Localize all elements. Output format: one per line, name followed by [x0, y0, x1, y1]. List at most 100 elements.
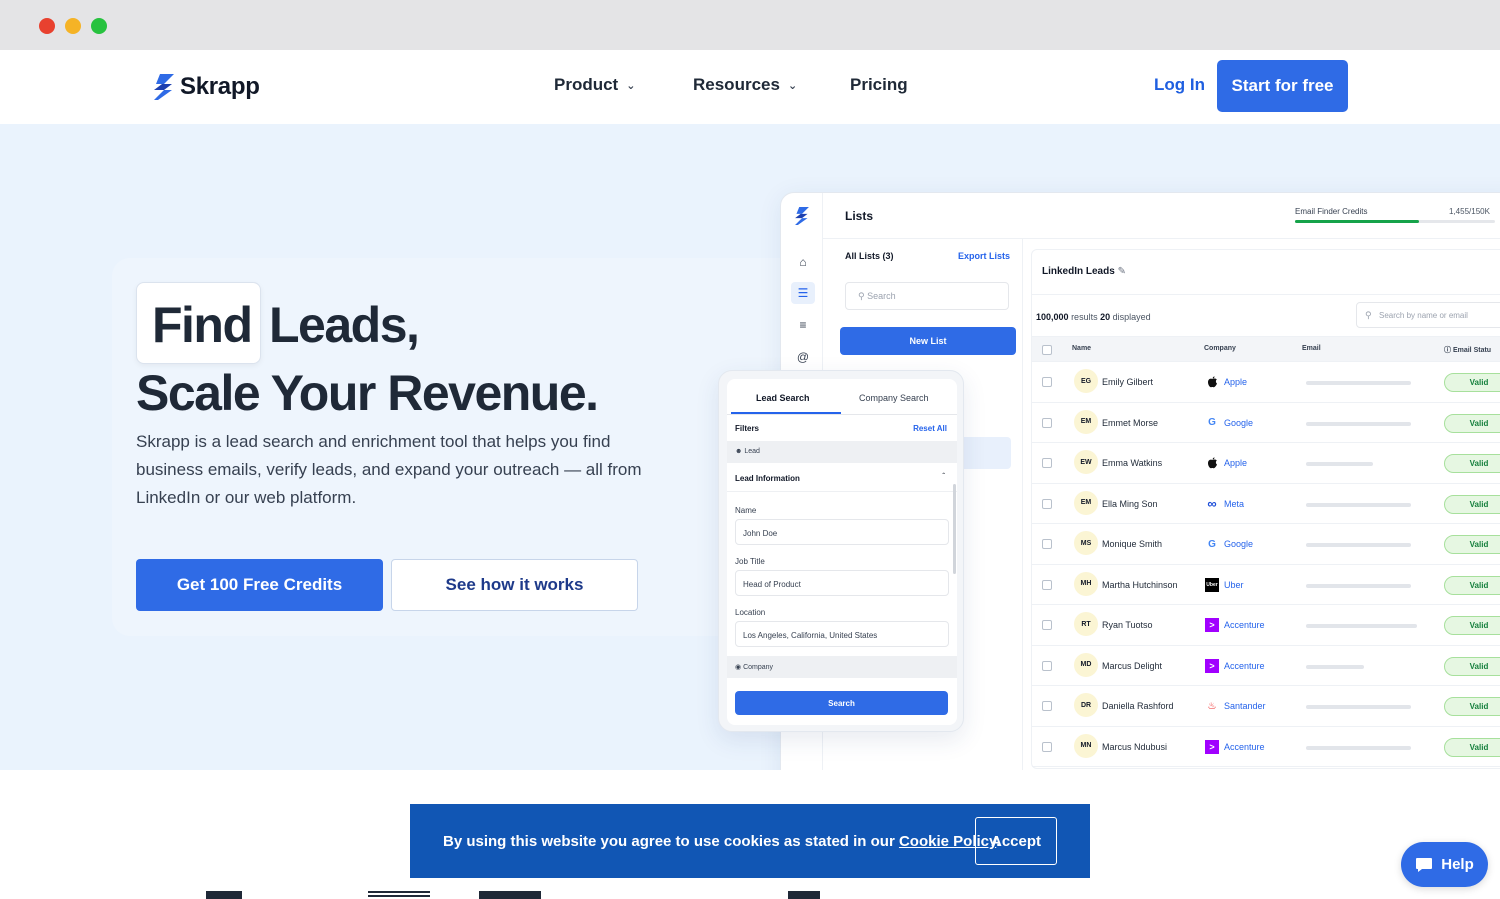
see-how-it-works-button[interactable]: See how it works: [391, 559, 638, 611]
table-row[interactable]: MH Martha Hutchinson Uber Uber Valid: [1032, 565, 1500, 605]
scrollbar[interactable]: [953, 484, 956, 574]
lead-name: Martha Hutchinson: [1102, 579, 1178, 590]
table-row[interactable]: DR Daniella Rashford ♨ Santander Valid: [1032, 686, 1500, 727]
table-row[interactable]: EW Emma Watkins Apple Valid: [1032, 443, 1500, 484]
name-email-search-input[interactable]: ⚲ Search by name or email: [1356, 302, 1500, 328]
credits-value: 1,455/150K: [1449, 207, 1490, 216]
section-company-label: Company: [743, 664, 774, 671]
row-checkbox[interactable]: [1042, 579, 1052, 590]
company-link[interactable]: Google: [1224, 418, 1253, 428]
job-title-input[interactable]: Head of Product: [735, 570, 949, 596]
lead-name: Emily Gilbert: [1102, 377, 1154, 387]
status-badge: Valid: [1444, 494, 1500, 514]
accept-cookies-button[interactable]: Accept: [975, 817, 1057, 865]
company-link[interactable]: Accenture: [1224, 742, 1265, 752]
lists-icon[interactable]: ☰: [791, 282, 815, 304]
table-row[interactable]: MN Marcus Ndubusi > Accenture Valid: [1032, 727, 1500, 767]
row-checkbox[interactable]: [1042, 498, 1052, 509]
nav-resources[interactable]: Resources ⌄: [693, 75, 797, 95]
chevron-up-icon: ˆ: [942, 472, 945, 481]
table-row[interactable]: RT Ryan Tuotso > Accenture Valid: [1032, 605, 1500, 646]
lists-search-input[interactable]: ⚲ Search: [845, 282, 1009, 310]
results-count: 100,000: [1036, 312, 1069, 322]
maximize-window-dot[interactable]: [91, 18, 107, 34]
company-link[interactable]: Meta: [1224, 499, 1244, 509]
column-email-status: ⓘ Email Statu: [1444, 345, 1491, 355]
tab-company-search[interactable]: Company Search: [859, 393, 929, 403]
avatar: RT: [1074, 612, 1098, 636]
company-link[interactable]: Apple: [1224, 377, 1247, 387]
cookie-text: By using this website you agree to use c…: [443, 833, 1000, 850]
help-chat-button[interactable]: Help: [1401, 842, 1488, 887]
row-checkbox[interactable]: [1042, 458, 1052, 468]
search-list-icon[interactable]: ≡: [791, 314, 815, 336]
google-icon: G: [1208, 538, 1216, 550]
get-free-credits-button[interactable]: Get 100 Free Credits: [136, 559, 383, 611]
company-link[interactable]: Accenture: [1224, 620, 1265, 630]
table-row[interactable]: EM Ella Ming Son ∞ Meta Valid: [1032, 484, 1500, 524]
chat-bubble-icon: [1416, 857, 1433, 872]
hero-headline-line2: Scale Your Revenue.: [136, 365, 599, 421]
location-input[interactable]: Los Angeles, California, United States: [735, 621, 949, 647]
uber-icon: Uber: [1205, 577, 1219, 592]
status-badge: Valid: [1444, 737, 1500, 757]
skrapp-logo-icon: [154, 74, 174, 100]
app-title: Lists: [845, 209, 874, 223]
row-checkbox[interactable]: [1042, 701, 1052, 711]
company-link[interactable]: Apple: [1224, 458, 1247, 468]
lead-information-header[interactable]: Lead Information ˆ: [727, 464, 957, 492]
search-icon: ⚲: [1365, 310, 1372, 320]
divider: [1032, 294, 1500, 295]
brand-logo[interactable]: Skrapp: [152, 73, 260, 101]
tab-lead-search[interactable]: Lead Search: [756, 393, 810, 403]
select-all-checkbox[interactable]: [1042, 345, 1052, 355]
column-company: Company: [1204, 345, 1236, 352]
company-link[interactable]: Google: [1224, 539, 1253, 549]
email-at-icon[interactable]: @: [791, 346, 815, 368]
accenture-icon: >: [1205, 739, 1219, 754]
email-placeholder-bar: [1306, 502, 1411, 507]
company-link[interactable]: Uber: [1224, 580, 1244, 590]
nav-product[interactable]: Product ⌄: [554, 75, 635, 95]
edit-pencil-icon[interactable]: ✎: [1118, 266, 1126, 277]
row-checkbox[interactable]: [1042, 417, 1052, 428]
row-checkbox[interactable]: [1042, 377, 1052, 387]
name-search-placeholder: Search by name or email: [1379, 311, 1468, 320]
nav-pricing[interactable]: Pricing: [850, 75, 908, 95]
table-row[interactable]: EM Emmet Morse G Google Valid: [1032, 403, 1500, 443]
company-link[interactable]: Accenture: [1224, 661, 1265, 671]
export-lists-link[interactable]: Export Lists: [958, 251, 1010, 261]
new-list-button[interactable]: New List: [840, 327, 1016, 355]
section-lead[interactable]: ☻ Lead: [727, 441, 957, 463]
name-input[interactable]: John Doe: [735, 519, 949, 545]
email-placeholder-bar: [1306, 583, 1411, 588]
cookie-message: By using this website you agree to use c…: [443, 833, 899, 850]
job-title-label: Job Title: [735, 557, 765, 566]
reset-all-link[interactable]: Reset All: [913, 424, 947, 433]
lead-search-button[interactable]: Search: [735, 691, 948, 715]
table-row[interactable]: EG Emily Gilbert Apple Valid: [1032, 362, 1500, 403]
displayed-label: displayed: [1112, 312, 1151, 322]
skrapp-logo-icon: [795, 207, 809, 225]
section-company[interactable]: ◉ Company: [727, 656, 957, 678]
close-window-dot[interactable]: [39, 18, 55, 34]
location-label: Location: [735, 608, 766, 617]
table-row[interactable]: MS Monique Smith G Google Valid: [1032, 524, 1500, 565]
nav-resources-label: Resources: [693, 75, 780, 94]
row-checkbox[interactable]: [1042, 620, 1052, 630]
row-checkbox[interactable]: [1042, 539, 1052, 549]
apple-icon: [1205, 456, 1219, 470]
credits-progress-fill: [1295, 220, 1419, 223]
login-link[interactable]: Log In: [1154, 75, 1205, 95]
minimize-window-dot[interactable]: [65, 18, 81, 34]
row-checkbox[interactable]: [1042, 741, 1052, 752]
company-link[interactable]: Santander: [1224, 701, 1266, 711]
avatar: EG: [1074, 369, 1098, 393]
credits-progress: [1295, 220, 1495, 223]
start-free-button[interactable]: Start for free: [1217, 60, 1348, 112]
section-lead-label: Lead: [744, 448, 760, 455]
row-checkbox[interactable]: [1042, 660, 1052, 671]
table-row[interactable]: MD Marcus Delight > Accenture Valid: [1032, 646, 1500, 686]
list-name-text: LinkedIn Leads: [1042, 266, 1115, 277]
home-icon[interactable]: ⌂: [791, 251, 815, 273]
